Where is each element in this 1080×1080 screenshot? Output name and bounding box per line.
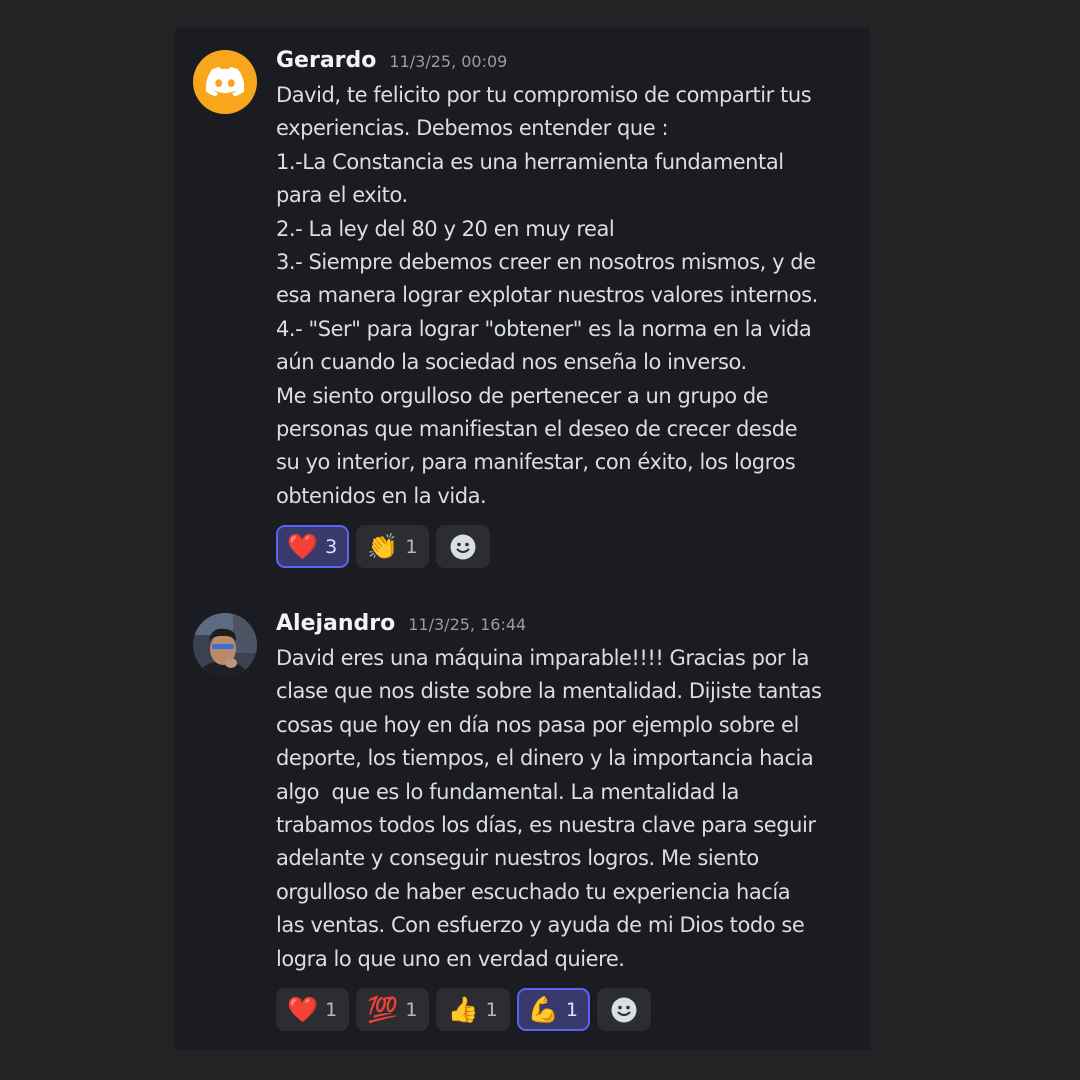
- message-line: David, te felicito por tu compromiso de …: [276, 83, 812, 107]
- red-heart-icon: ❤️: [287, 995, 319, 1024]
- message-line: experiencias. Debemos entender que :: [276, 116, 669, 141]
- username[interactable]: Alejandro: [276, 611, 395, 636]
- reaction-bar: ❤️ 1 💯 1 👍 1 💪 1: [276, 988, 651, 1031]
- reaction-count: 1: [565, 998, 578, 1021]
- message-line: adelante y conseguir nuestros logros. Me…: [276, 846, 759, 871]
- reaction-flexed-biceps[interactable]: 💪 1: [516, 988, 590, 1031]
- message-header: Alejandro 11/3/25, 16:44: [276, 611, 526, 636]
- message-line: deporte, los tiempos, el dinero y la imp…: [276, 746, 814, 771]
- smiley-face-icon: [611, 997, 637, 1022]
- username[interactable]: Gerardo: [276, 48, 376, 73]
- message-line: David eres una máquina imparable!!!! Gra…: [276, 646, 810, 670]
- hundred-points-icon: 💯: [367, 995, 399, 1024]
- thumbs-up-icon: 👍: [447, 995, 479, 1024]
- reaction-clap[interactable]: 👏 1: [356, 525, 430, 568]
- message-line: para el exito.: [276, 183, 408, 208]
- reaction-thumbs-up[interactable]: 👍 1: [436, 988, 510, 1031]
- message-line: trabamos todos los días, es nuestra clav…: [276, 812, 816, 837]
- message-line: 1.-La Constancia es una herramienta fund…: [276, 149, 784, 174]
- message-line: 4.- "Ser" para lograr "obtener" es la no…: [276, 316, 812, 341]
- message-line: esa manera lograr explotar nuestros valo…: [276, 283, 818, 308]
- user-photo-avatar: [193, 613, 257, 677]
- reaction-count: 1: [405, 535, 418, 558]
- message-line: obtenidos en la vida.: [276, 483, 487, 508]
- add-reaction-button[interactable]: [596, 988, 651, 1031]
- reaction-heart[interactable]: ❤️ 3: [276, 525, 350, 568]
- reaction-hundred[interactable]: 💯 1: [356, 988, 430, 1031]
- message-line: personas que manifiestan el deseo de cre…: [276, 416, 798, 441]
- message-content: David, te felicito por tu compromiso de …: [276, 79, 861, 513]
- message-line: clase que nos diste sobre la mentalidad.…: [276, 679, 822, 704]
- message-line: 3.- Siempre debemos creer en nosotros mi…: [276, 249, 816, 274]
- message-line: las ventas. Con esfuerzo y ayuda de mi D…: [276, 913, 805, 938]
- message-header: Gerardo 11/3/25, 00:09: [276, 48, 507, 73]
- message-line: su yo interior, para manifestar, con éxi…: [276, 450, 796, 475]
- message-line: algo que es lo fundamental. La mentalida…: [276, 779, 739, 804]
- message-line: logra lo que uno en verdad quiere.: [276, 946, 625, 971]
- reaction-count: 1: [325, 998, 338, 1021]
- reaction-bar: ❤️ 3 👏 1: [276, 525, 491, 568]
- reaction-count: 1: [405, 998, 418, 1021]
- message-line: orgulloso de haber escuchado tu experien…: [276, 879, 791, 904]
- reaction-count: 3: [325, 535, 338, 558]
- reaction-count: 1: [485, 998, 498, 1021]
- message-content: David eres una máquina imparable!!!! Gra…: [276, 642, 861, 976]
- timestamp[interactable]: 11/3/25, 00:09: [389, 52, 507, 71]
- timestamp[interactable]: 11/3/25, 16:44: [408, 615, 526, 634]
- reaction-heart[interactable]: ❤️ 1: [276, 988, 350, 1031]
- discord-logo-icon: [206, 67, 244, 97]
- red-heart-icon: ❤️: [287, 532, 319, 561]
- clapping-hands-icon: 👏: [367, 532, 399, 561]
- chat-panel: Gerardo 11/3/25, 00:09 David, te felicit…: [175, 28, 870, 1050]
- add-reaction-button[interactable]: [436, 525, 491, 568]
- message-line: aún cuando la sociedad nos enseña lo inv…: [276, 350, 747, 375]
- message-line: cosas que hoy en día nos pasa por ejempl…: [276, 712, 799, 737]
- avatar[interactable]: [193, 613, 257, 677]
- message-line: 2.- La ley del 80 y 20 en muy real: [276, 216, 615, 241]
- smiley-face-icon: [450, 534, 476, 559]
- flexed-biceps-icon: 💪: [527, 995, 559, 1024]
- message-line: Me siento orgulloso de pertenecer a un g…: [276, 383, 769, 408]
- avatar[interactable]: [193, 50, 257, 114]
